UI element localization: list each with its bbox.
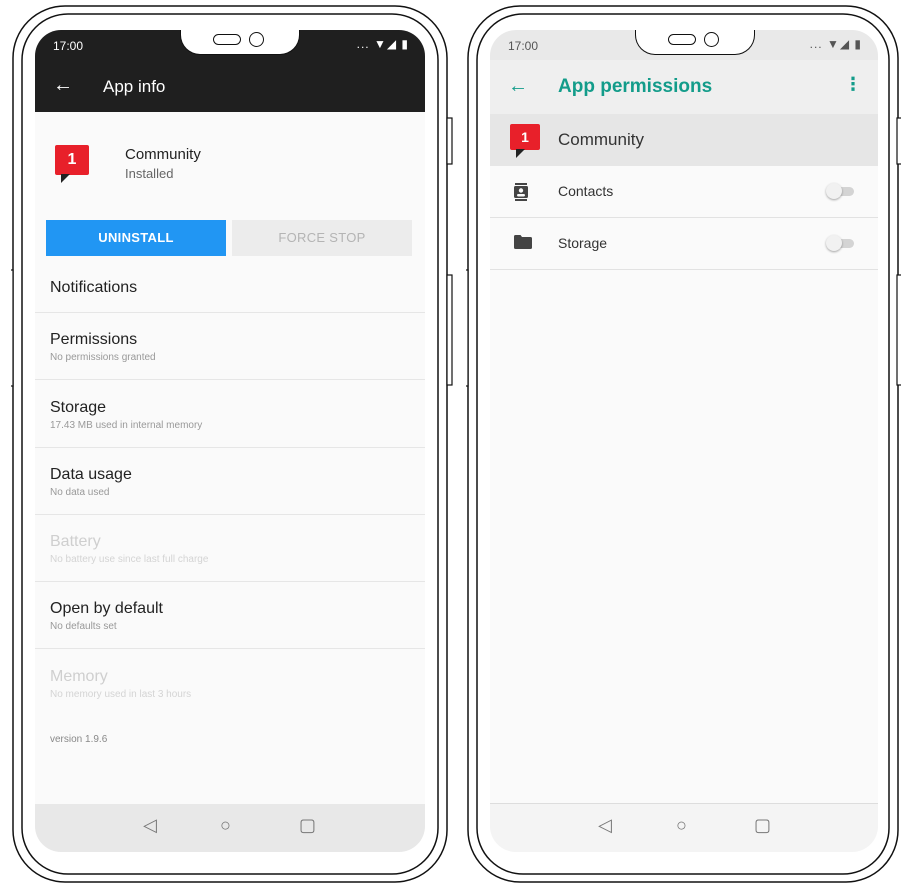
notifications-item[interactable]: Notifications — [35, 263, 425, 313]
uninstall-button[interactable]: UNINSTALL — [46, 220, 226, 256]
page-title: App permissions — [558, 76, 713, 97]
data-usage-item[interactable]: Data usage No data used — [35, 448, 425, 515]
app-badge-number: 1 — [67, 151, 77, 168]
community-app-icon: 1 — [55, 145, 89, 183]
home-nav-icon[interactable]: ○ — [220, 815, 231, 836]
speech-tail — [516, 149, 525, 158]
back-arrow-icon[interactable]: ← — [508, 75, 528, 98]
speaker-icon — [668, 34, 696, 45]
open-by-default-title: Open by default — [50, 600, 163, 617]
speaker-icon — [213, 34, 241, 45]
phone-app-info: 17:00 ... ▼◢ ▮ ← App info 1 Community In… — [11, 0, 453, 885]
contacts-permission-row[interactable]: Contacts — [490, 166, 878, 218]
status-time: 17:00 — [53, 39, 84, 53]
storage-label: Storage — [558, 235, 608, 251]
contacts-toggle[interactable] — [826, 183, 854, 199]
toggle-thumb — [826, 183, 842, 199]
more-options-icon[interactable]: ⋮ — [844, 74, 862, 95]
recents-nav-icon[interactable]: ▢ — [299, 815, 316, 836]
storage-item[interactable]: Storage 17.43 MB used in internal memory — [35, 380, 425, 448]
app-info-toolbar: ← App info — [35, 60, 425, 112]
open-by-default-item[interactable]: Open by default No defaults set — [35, 582, 425, 649]
app-badge-number: 1 — [521, 129, 529, 145]
camera-notch — [635, 30, 755, 55]
phone-app-permissions: 17:00 ... ▼◢ ▮ ← App permissions ⋮ 1 Com… — [466, 0, 901, 885]
memory-item: Memory No memory used in last 3 hours — [35, 649, 425, 717]
data-usage-subtitle: No data used — [50, 487, 110, 498]
open-by-default-subtitle: No defaults set — [50, 621, 117, 632]
status-icons: ... ▼◢ ▮ — [356, 37, 409, 51]
battery-title: Battery — [50, 533, 101, 550]
status-icons: ... ▼◢ ▮ — [809, 37, 862, 51]
status-time: 17:00 — [508, 39, 539, 53]
force-stop-button[interactable]: FORCE STOP — [232, 220, 412, 256]
notifications-label: Notifications — [50, 279, 138, 296]
app-info-screen: 17:00 ... ▼◢ ▮ ← App info 1 Community In… — [35, 30, 425, 852]
back-nav-icon[interactable]: ◁ — [598, 815, 612, 836]
folder-icon — [514, 235, 532, 253]
app-name: Community — [125, 146, 201, 163]
app-version: version 1.9.6 — [50, 734, 108, 745]
app-permissions-toolbar: ← App permissions ⋮ — [490, 60, 878, 115]
app-name: Community — [558, 130, 644, 149]
navigation-bar: ◁ ○ ▢ — [35, 804, 425, 852]
app-permissions-screen: 17:00 ... ▼◢ ▮ ← App permissions ⋮ 1 Com… — [490, 30, 878, 852]
memory-subtitle: No memory used in last 3 hours — [50, 689, 192, 700]
home-nav-icon[interactable]: ○ — [676, 815, 687, 836]
permissions-item[interactable]: Permissions No permissions granted — [35, 313, 425, 380]
page-title: App info — [103, 77, 166, 96]
contacts-label: Contacts — [558, 183, 614, 199]
recents-nav-icon[interactable]: ▢ — [754, 815, 771, 836]
toggle-thumb — [826, 235, 842, 251]
camera-icon — [704, 32, 719, 47]
speech-tail — [61, 174, 70, 183]
battery-subtitle: No battery use since last full charge — [50, 554, 209, 565]
back-nav-icon[interactable]: ◁ — [143, 815, 157, 836]
community-app-icon: 1 — [510, 124, 540, 158]
camera-icon — [249, 32, 264, 47]
storage-subtitle: 17.43 MB used in internal memory — [50, 420, 203, 431]
storage-permission-row[interactable]: Storage — [490, 218, 878, 270]
storage-title: Storage — [50, 399, 107, 416]
navigation-bar: ◁ ○ ▢ — [490, 803, 878, 852]
data-usage-title: Data usage — [50, 466, 132, 483]
battery-item: Battery No battery use since last full c… — [35, 515, 425, 582]
back-arrow-icon[interactable]: ← — [53, 74, 73, 97]
camera-notch — [180, 30, 300, 55]
app-install-status: Installed — [125, 166, 174, 181]
memory-title: Memory — [50, 668, 108, 685]
app-header-row: 1 Community — [490, 114, 878, 166]
permissions-title: Permissions — [50, 331, 138, 348]
contacts-icon — [514, 183, 528, 205]
storage-toggle[interactable] — [826, 235, 854, 251]
permissions-subtitle: No permissions granted — [50, 352, 156, 363]
